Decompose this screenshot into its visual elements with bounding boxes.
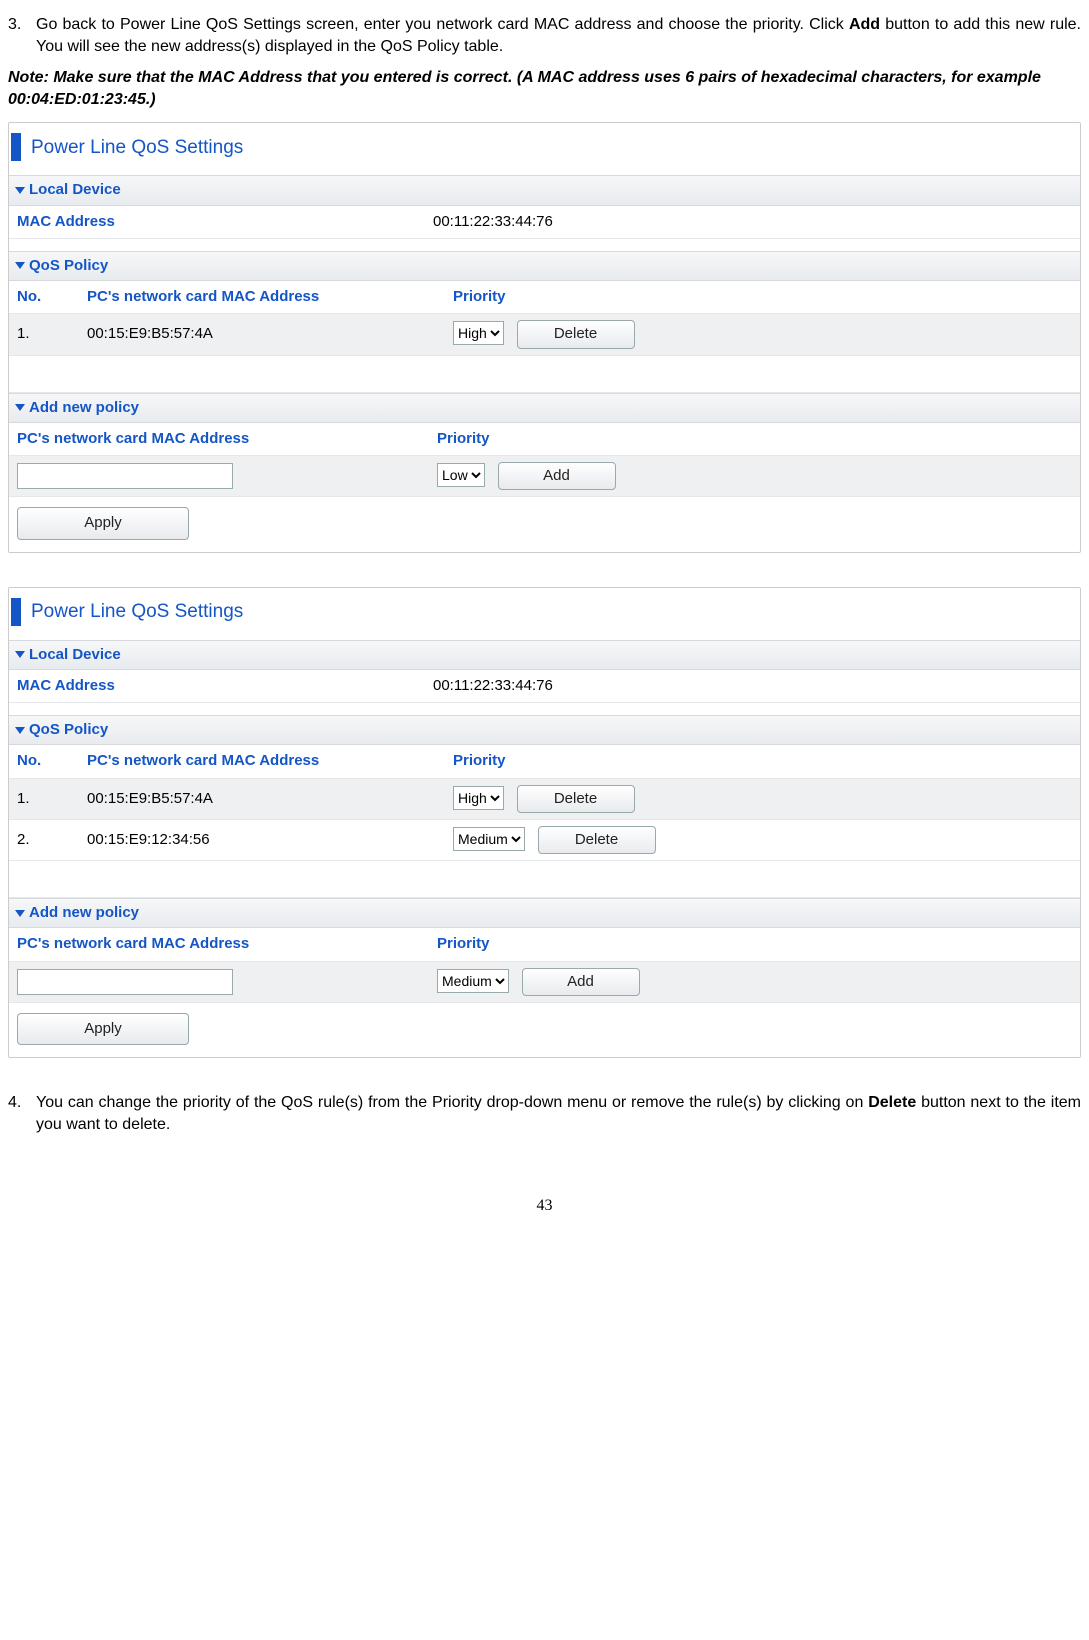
add-priority-select[interactable]: Medium — [437, 969, 509, 993]
chevron-down-icon — [15, 187, 25, 194]
section-qos-policy[interactable]: QoS Policy — [9, 715, 1080, 745]
col-pc-mac: PC's network card MAC Address — [79, 745, 445, 778]
col-no: No. — [9, 745, 79, 778]
note-text: Note: Make sure that the MAC Address tha… — [8, 67, 1081, 110]
section-local-device[interactable]: Local Device — [9, 640, 1080, 670]
priority-select[interactable]: Medium — [453, 827, 525, 851]
local-mac-value: 00:11:22:33:44:76 — [425, 206, 1080, 239]
step-3-bold: Add — [849, 16, 880, 33]
step-4-text-a: You can change the priority of the QoS r… — [36, 1094, 868, 1111]
step-4-body: You can change the priority of the QoS r… — [36, 1092, 1081, 1135]
mac-address-label: MAC Address — [9, 670, 425, 703]
table-row: 2. 00:15:E9:12:34:56 Medium Delete — [9, 819, 1080, 860]
section-qos-policy-label: QoS Policy — [29, 721, 108, 738]
chevron-down-icon — [15, 727, 25, 734]
add-priority-label: Priority — [429, 423, 1080, 456]
step-4-number: 4. — [8, 1092, 30, 1114]
row-no: 1. — [9, 314, 79, 355]
row-mac: 00:15:E9:12:34:56 — [79, 819, 445, 860]
section-local-device[interactable]: Local Device — [9, 175, 1080, 205]
col-pc-mac: PC's network card MAC Address — [79, 281, 445, 314]
chevron-down-icon — [15, 910, 25, 917]
add-priority-select[interactable]: Low — [437, 463, 485, 487]
step-3: 3. Go back to Power Line QoS Settings sc… — [8, 14, 1081, 57]
page-number: 43 — [8, 1195, 1081, 1217]
apply-button[interactable]: Apply — [17, 507, 189, 539]
panel-title: Power Line QoS Settings — [31, 599, 243, 625]
section-qos-policy[interactable]: QoS Policy — [9, 251, 1080, 281]
panel-title-row: Power Line QoS Settings — [9, 123, 1080, 175]
add-button[interactable]: Add — [522, 968, 640, 996]
chevron-down-icon — [15, 404, 25, 411]
add-new-table-2: PC's network card MAC Address Priority M… — [9, 928, 1080, 1003]
section-qos-policy-label: QoS Policy — [29, 257, 108, 274]
step-3-body: Go back to Power Line QoS Settings scree… — [36, 14, 1081, 57]
row-mac: 00:15:E9:B5:57:4A — [79, 314, 445, 355]
delete-button[interactable]: Delete — [517, 320, 635, 348]
apply-button[interactable]: Apply — [17, 1013, 189, 1045]
section-local-device-label: Local Device — [29, 646, 121, 663]
col-no: No. — [9, 281, 79, 314]
row-no: 2. — [9, 819, 79, 860]
add-pc-mac-label: PC's network card MAC Address — [9, 928, 429, 961]
qos-policy-table-2: No. PC's network card MAC Address Priori… — [9, 745, 1080, 898]
add-mac-input[interactable] — [17, 969, 233, 995]
mac-address-label: MAC Address — [9, 206, 425, 239]
chevron-down-icon — [15, 262, 25, 269]
table-row: 1. 00:15:E9:B5:57:4A High Delete — [9, 778, 1080, 819]
col-priority: Priority — [445, 281, 1080, 314]
local-mac-value: 00:11:22:33:44:76 — [425, 670, 1080, 703]
title-accent-bar — [11, 598, 21, 626]
step-3-text-a: Go back to Power Line QoS Settings scree… — [36, 16, 849, 33]
local-device-table: MAC Address 00:11:22:33:44:76 — [9, 670, 1080, 703]
qos-panel-1: Power Line QoS Settings Local Device MAC… — [8, 122, 1081, 552]
row-no: 1. — [9, 778, 79, 819]
step-4: 4. You can change the priority of the Qo… — [8, 1092, 1081, 1135]
add-priority-label: Priority — [429, 928, 1080, 961]
step-4-bold: Delete — [868, 1094, 916, 1111]
qos-policy-table-1: No. PC's network card MAC Address Priori… — [9, 281, 1080, 393]
add-pc-mac-label: PC's network card MAC Address — [9, 423, 429, 456]
section-add-new-label: Add new policy — [29, 904, 139, 921]
add-new-table-1: PC's network card MAC Address Priority L… — [9, 423, 1080, 498]
section-add-new[interactable]: Add new policy — [9, 898, 1080, 928]
col-priority: Priority — [445, 745, 1080, 778]
priority-select[interactable]: High — [453, 321, 504, 345]
qos-panel-2: Power Line QoS Settings Local Device MAC… — [8, 587, 1081, 1059]
delete-button[interactable]: Delete — [538, 826, 656, 854]
add-mac-input[interactable] — [17, 463, 233, 489]
delete-button[interactable]: Delete — [517, 785, 635, 813]
title-accent-bar — [11, 133, 21, 161]
chevron-down-icon — [15, 651, 25, 658]
priority-select[interactable]: High — [453, 786, 504, 810]
add-button[interactable]: Add — [498, 462, 616, 490]
table-row: 1. 00:15:E9:B5:57:4A High Delete — [9, 314, 1080, 355]
panel-title-row: Power Line QoS Settings — [9, 588, 1080, 640]
local-device-table: MAC Address 00:11:22:33:44:76 — [9, 206, 1080, 239]
row-mac: 00:15:E9:B5:57:4A — [79, 778, 445, 819]
step-3-number: 3. — [8, 14, 30, 36]
section-add-new[interactable]: Add new policy — [9, 393, 1080, 423]
section-local-device-label: Local Device — [29, 181, 121, 198]
panel-title: Power Line QoS Settings — [31, 135, 243, 161]
section-add-new-label: Add new policy — [29, 399, 139, 416]
